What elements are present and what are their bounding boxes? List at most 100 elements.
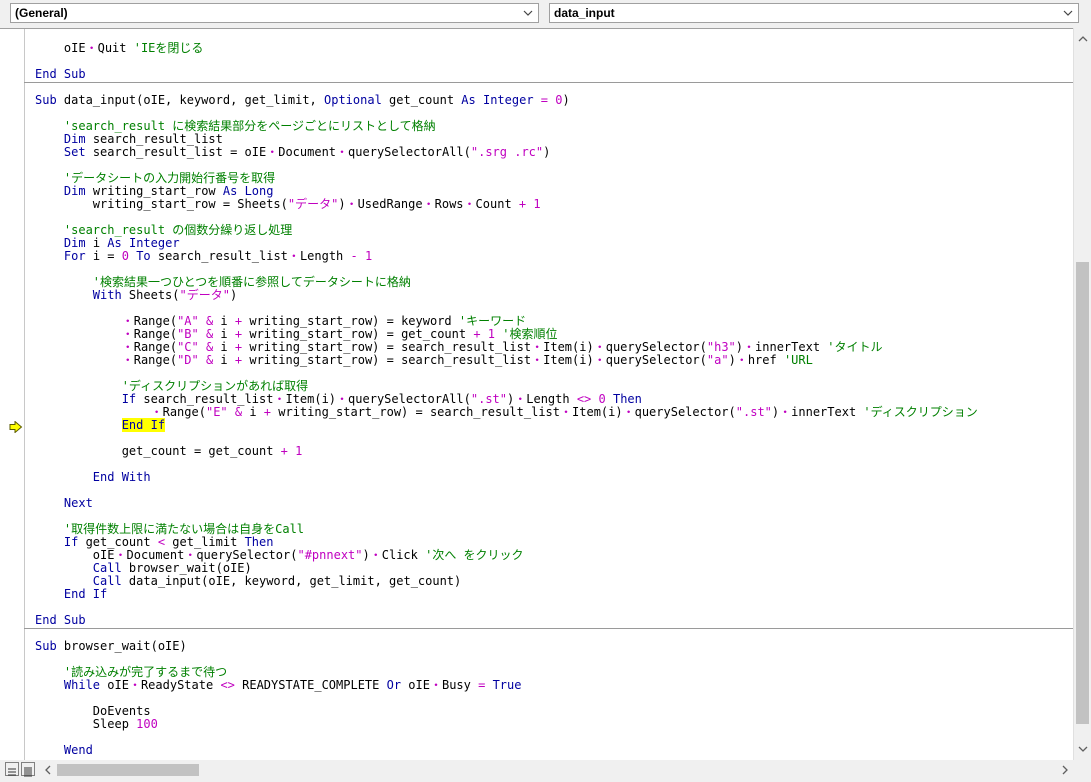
code-token: ・: [422, 197, 435, 211]
code-line[interactable]: Sub browser_wait(oIE): [35, 640, 187, 653]
code-line[interactable]: For i = 0 To search_result_list・Length -…: [35, 250, 372, 263]
code-line[interactable]: oIE・Quit 'IEを閉じる: [35, 42, 204, 55]
code-line[interactable]: get_count = get_count + 1: [35, 444, 303, 458]
code-token: ・: [593, 353, 606, 367]
code-token: i: [213, 327, 235, 341]
code-token: ・: [531, 340, 544, 354]
code-line[interactable]: End With: [35, 471, 151, 484]
code-comment: 'データシートの入力開始行番号を取得: [63, 171, 276, 185]
horizontal-scrollbar[interactable]: [40, 760, 1073, 781]
code-line[interactable]: ・Range("D" & i + writing_start_row) = se…: [35, 354, 813, 367]
scroll-right-icon[interactable]: [1060, 765, 1070, 775]
code-token: ・: [514, 392, 527, 406]
margin-indicator-bar[interactable]: [4, 29, 25, 760]
scroll-up-icon[interactable]: [1078, 34, 1088, 44]
vertical-scroll-thumb[interactable]: [1076, 262, 1089, 724]
code-token: search_result_list: [150, 249, 288, 263]
code-token: Range(: [162, 405, 206, 419]
code-token: "#pnnext": [297, 548, 363, 562]
code-token: "データ": [287, 197, 339, 211]
code-token: ".st": [470, 392, 507, 406]
code-line[interactable]: End Sub: [35, 68, 86, 81]
code-keyword: For: [63, 249, 86, 263]
code-comment: 'search_result に検索結果部分をページごとにリストとして格納: [63, 119, 436, 133]
code-line[interactable]: ・Range("E" & i + writing_start_row) = se…: [35, 406, 978, 419]
code-token: ・: [266, 145, 279, 159]
code-token: writing_start_row) = get_count: [242, 327, 474, 341]
code-token: Length: [299, 249, 351, 263]
code-comment: '検索順位: [502, 327, 558, 341]
code-line[interactable]: With Sheets("データ"): [35, 289, 237, 302]
code-token: writing_start_row) = search_result_list: [271, 405, 560, 419]
code-token: 100: [136, 717, 158, 731]
code-line[interactable]: End If: [35, 588, 107, 601]
code-token: Range(: [133, 353, 178, 367]
code-token: ・: [150, 405, 163, 419]
code-token: ): [728, 353, 736, 367]
procedure-combo[interactable]: data_input: [549, 3, 1079, 23]
code-line[interactable]: End If: [35, 418, 166, 432]
code-token: ): [735, 340, 744, 354]
code-token: Sleep: [35, 717, 137, 731]
code-keyword: As: [107, 236, 122, 250]
code-keyword: Integer: [482, 93, 534, 107]
code-token: Document: [278, 145, 337, 159]
code-token: ・: [345, 197, 358, 211]
code-token: <> 0: [576, 392, 606, 406]
code-line[interactable]: writing_start_row = Sheets("データ")・UsedRa…: [35, 198, 541, 211]
code-keyword: Sub: [35, 639, 57, 653]
code-token: ・: [779, 405, 792, 419]
code-token: ): [338, 197, 346, 211]
code-token: get_count = get_count: [35, 444, 281, 458]
scroll-down-icon[interactable]: [1078, 744, 1088, 754]
full-module-view-button[interactable]: [21, 762, 35, 777]
code-token: Busy: [441, 678, 479, 692]
code-token: ・: [121, 314, 134, 328]
code-keyword: End Sub: [35, 67, 86, 81]
horizontal-scroll-thumb[interactable]: [57, 764, 199, 776]
code-line[interactable]: While oIE・ReadyState <> READYSTATE_COMPL…: [35, 678, 522, 692]
code-comment: 'ディスクリプション: [863, 405, 978, 419]
code-token: ・: [121, 327, 134, 341]
code-token: innerText: [755, 340, 828, 354]
code-keyword: If: [63, 535, 79, 549]
code-comment: '検索結果一つひとつを順番に参照してデータシートに格納: [92, 275, 411, 289]
code-text[interactable]: oIE・Quit 'IEを閉じる End Sub Sub data_input(oI…: [35, 29, 1073, 760]
code-token: Item(i): [285, 392, 337, 406]
code-line[interactable]: Wend: [35, 744, 93, 757]
scroll-left-icon[interactable]: [43, 765, 53, 775]
code-token: get_limit: [165, 535, 245, 549]
chevron-down-icon: [523, 10, 533, 16]
code-comment: 'URL: [783, 353, 813, 367]
code-token: i =: [85, 249, 122, 263]
code-token: "E" &: [205, 405, 243, 419]
code-comment: 'ディスクリプションがあれば取得: [121, 379, 309, 393]
object-combo[interactable]: (General): [10, 3, 539, 23]
code-line[interactable]: Next: [35, 497, 93, 510]
code-keyword: Integer: [128, 236, 180, 250]
code-line[interactable]: End Sub: [35, 614, 86, 627]
code-comment: 'タイトル: [827, 340, 883, 354]
code-token: i: [213, 353, 235, 367]
code-line[interactable]: Sleep 100: [35, 718, 158, 731]
code-token: ・: [184, 548, 197, 562]
code-token: href: [747, 353, 784, 367]
code-editor[interactable]: oIE・Quit 'IEを閉じる End Sub Sub data_input(oI…: [0, 28, 1073, 760]
procedure-view-button[interactable]: [5, 762, 19, 776]
code-token: querySelector(: [605, 340, 707, 354]
code-token: Item(i): [543, 340, 594, 354]
code-line[interactable]: Sub data_input(oIE, keyword, get_limit, …: [35, 94, 570, 107]
code-token: ReadyState: [140, 678, 221, 692]
vertical-scrollbar[interactable]: [1073, 28, 1091, 760]
code-keyword: Or: [386, 678, 402, 692]
code-token: + 1: [518, 197, 541, 211]
code-line[interactable]: Set search_result_list = oIE・Document・qu…: [35, 146, 550, 159]
